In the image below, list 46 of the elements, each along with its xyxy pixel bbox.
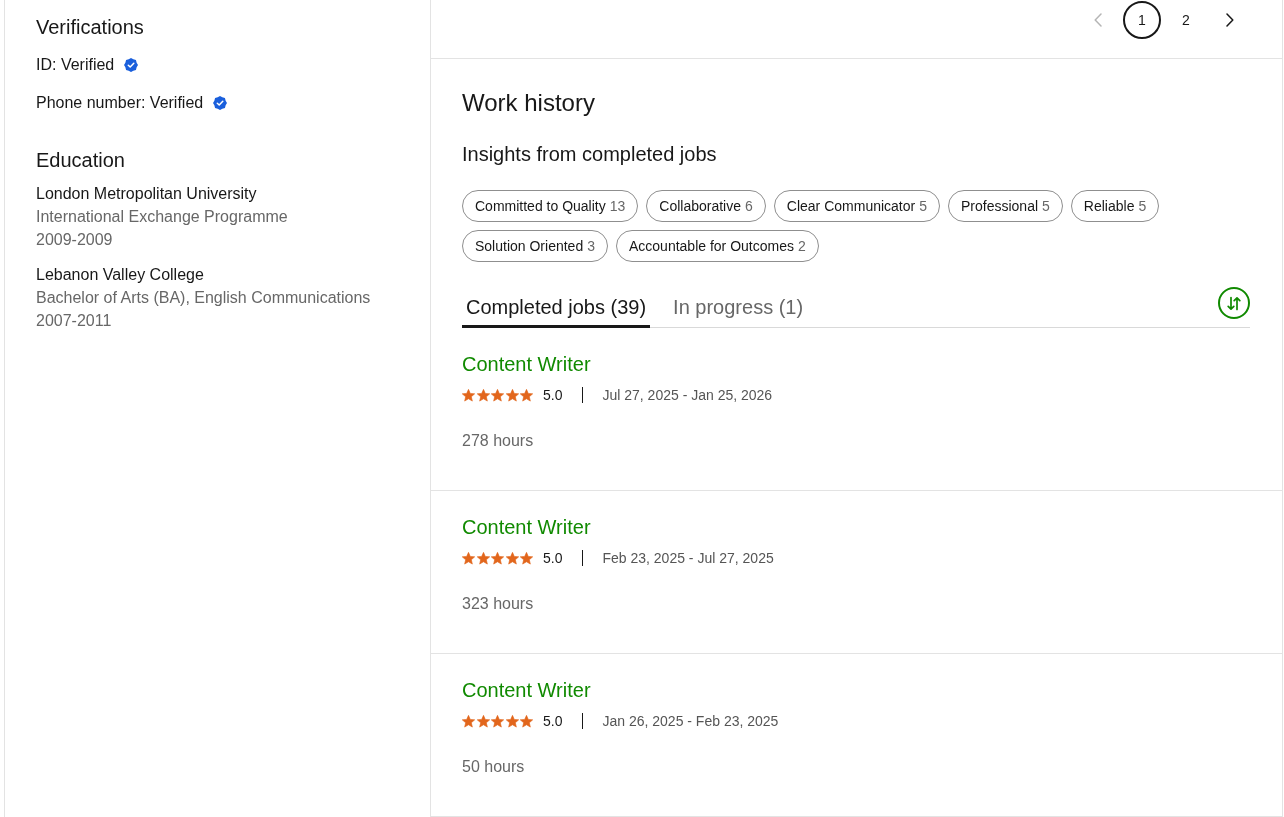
star-icon [505,551,519,565]
verification-label: Phone number: Verified [36,93,204,113]
section-heading: Verifications [36,15,145,40]
degree-text: International Exchange Programme [36,207,289,227]
degree-text: Bachelor of Arts (BA), English Communications [36,288,372,308]
section-title: Work history [462,88,596,118]
verification-label: ID: Verified [36,55,115,75]
chevron-left-icon [1094,13,1102,27]
hours-worked: 50 hours [462,757,526,777]
star-icon [491,714,504,728]
page-button[interactable]: 1 [1123,1,1161,39]
date-range: Jul 27, 2025 - Jan 25, 2026 [602,387,773,403]
section-heading: Education [36,148,126,173]
sort-button[interactable] [1218,287,1250,319]
tab[interactable]: Completed jobs (39) [462,285,651,328]
tab[interactable]: In progress (1) [669,285,808,328]
rating-value: 5.0 [543,713,563,729]
star-icon [505,714,519,728]
date-range: Jan 26, 2025 - Feb 23, 2025 [602,713,779,729]
hours-worked: 278 hours [462,431,535,451]
up-down-arrows-icon [1227,295,1241,311]
hours-worked: 323 hours [462,594,535,614]
insights-heading: Insights from completed jobs [462,142,718,167]
star-icon [462,388,475,402]
star-icon [520,714,533,728]
star-icon [462,714,475,728]
star-icon [520,388,533,402]
school-name: London Metropolitan University [36,184,258,204]
star-icon [462,551,475,565]
star-icon [476,551,490,565]
job-title-link[interactable]: Content Writer [462,350,591,378]
star-icon [491,551,504,565]
job-title-link[interactable]: Content Writer [462,676,591,704]
rating-value: 5.0 [543,387,563,403]
rating-value: 5.0 [543,550,563,566]
chevron-right-icon [1226,13,1234,27]
star-icon [491,388,504,402]
school-name: Lebanon Valley College [36,265,205,285]
star-icon [520,551,533,565]
years-text: 2009-2009 [36,230,114,250]
date-range: Feb 23, 2025 - Jul 27, 2025 [602,550,774,566]
star-icon [476,388,490,402]
star-icon [505,388,519,402]
years-text: 2007-2011 [36,311,113,331]
job-title-link[interactable]: Content Writer [462,513,591,541]
star-icon [476,714,490,728]
